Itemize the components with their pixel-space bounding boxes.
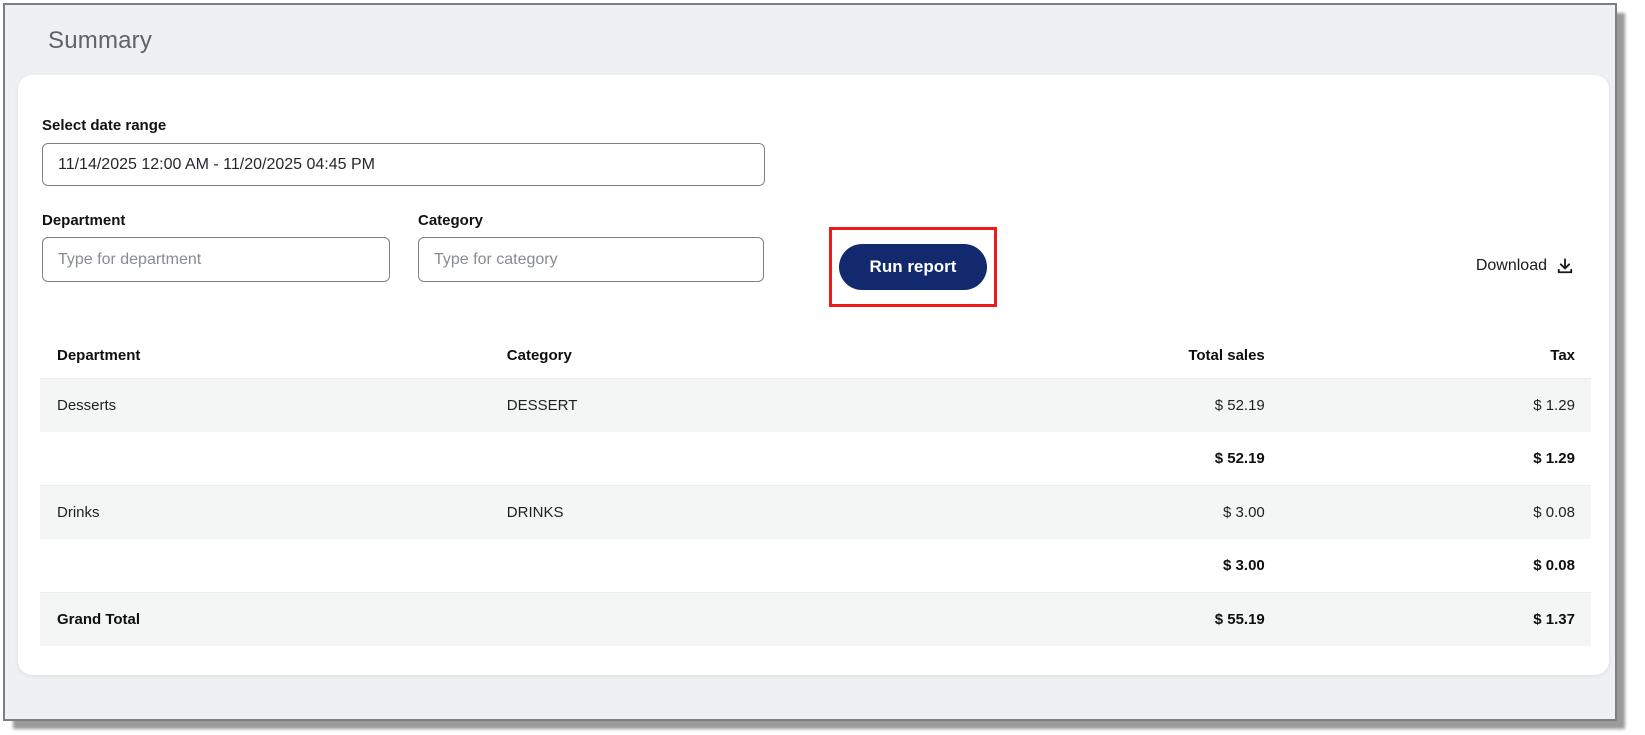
report-panel: Select date range Department Category Ru…	[18, 75, 1609, 675]
cell-department	[40, 539, 490, 593]
cell-tax: $ 0.08	[1533, 557, 1575, 574]
run-report-button[interactable]: Run report	[839, 244, 987, 290]
category-filter-label: Category	[418, 212, 484, 229]
app-window: Summary Select date range Department Cat…	[3, 3, 1617, 721]
date-range-label: Select date range	[42, 117, 167, 134]
table-grand-total-row: Grand Total $ 55.19 $ 1.37	[40, 592, 1591, 647]
cell-total-sales: $ 3.00	[1223, 557, 1265, 574]
cell-total-sales: $ 55.19	[1214, 611, 1265, 628]
column-header-category: Category	[489, 332, 971, 379]
cell-category	[490, 432, 971, 486]
cell-tax: $ 1.37	[1533, 611, 1575, 628]
cell-department	[40, 432, 490, 486]
download-label: Download	[1475, 257, 1547, 274]
table-subtotal-row: $ 3.00 $ 0.08	[40, 539, 1591, 593]
table-subtotal-row: $ 52.19 $ 1.29	[40, 432, 1591, 486]
cell-category	[490, 539, 971, 593]
cell-total-sales: $ 52.19	[1214, 397, 1265, 414]
column-header-department: Department	[40, 332, 490, 379]
category-filter-input[interactable]	[418, 237, 764, 282]
cell-tax: $ 0.08	[1533, 504, 1575, 521]
cell-department: Grand Total	[57, 611, 141, 628]
department-filter-input[interactable]	[42, 237, 390, 282]
download-icon	[1555, 256, 1575, 276]
cell-category: DESSERT	[506, 397, 578, 414]
column-header-total-sales: Total sales	[970, 332, 1281, 379]
cell-total-sales: $ 3.00	[1223, 504, 1265, 521]
cell-tax: $ 1.29	[1533, 397, 1575, 414]
table-row: Drinks DRINKS $ 3.00 $ 0.08	[40, 485, 1591, 539]
page-title: Summary	[48, 27, 153, 54]
cell-department: Drinks	[57, 504, 100, 521]
cell-category	[490, 593, 971, 647]
summary-report-table: Department Category Total sales Tax Dess…	[40, 332, 1591, 646]
download-button[interactable]: Download	[1476, 243, 1575, 289]
department-filter-label: Department	[42, 212, 126, 229]
table-header-row: Department Category Total sales Tax	[40, 332, 1591, 379]
cell-department: Desserts	[57, 397, 117, 414]
date-range-input[interactable]	[42, 143, 765, 186]
cell-total-sales: $ 52.19	[1214, 450, 1265, 467]
cell-category: DRINKS	[506, 504, 564, 521]
table-row: Desserts DESSERT $ 52.19 $ 1.29	[40, 378, 1591, 432]
cell-tax: $ 1.29	[1533, 450, 1575, 467]
column-header-tax: Tax	[1280, 332, 1591, 379]
annotation-highlight: Run report	[829, 227, 997, 307]
